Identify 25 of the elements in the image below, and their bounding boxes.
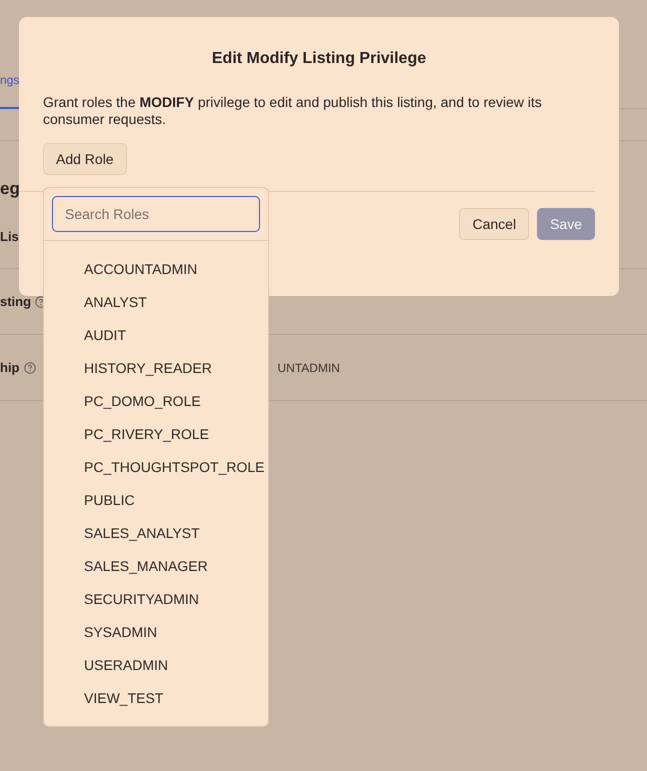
row-value: UNTADMIN bbox=[278, 360, 340, 374]
role-option[interactable]: USERADMIN bbox=[44, 653, 268, 686]
role-option[interactable]: SALES_MANAGER bbox=[44, 554, 268, 587]
add-role-button[interactable]: Add Role bbox=[43, 143, 127, 175]
role-option[interactable]: ACCOUNTADMIN bbox=[44, 257, 268, 290]
role-option[interactable]: SYSADMIN bbox=[44, 620, 268, 653]
role-option[interactable]: HISTORY_READER bbox=[44, 356, 268, 389]
dialog-title: Edit Modify Listing Privilege bbox=[210, 50, 428, 68]
search-field[interactable]: Search Roles bbox=[52, 196, 260, 232]
role-option[interactable]: AUDIT bbox=[44, 323, 268, 356]
dialog-button[interactable]: Cancel bbox=[459, 208, 530, 240]
role-option[interactable]: SALES_ANALYST bbox=[44, 521, 268, 554]
role-option[interactable]: PC_DOMO_ROLE bbox=[44, 389, 268, 422]
role-option[interactable]: ANALYST bbox=[44, 290, 268, 323]
row-label: sting bbox=[0, 294, 32, 309]
role-option[interactable]: SECURITYADMIN bbox=[44, 587, 268, 620]
page-heading: eg bbox=[0, 179, 20, 199]
row-label: Lis bbox=[0, 229, 19, 244]
row-label: hip bbox=[0, 360, 20, 375]
dialog-description: Grant roles the MODIFY privilege to edit and publish this listing, and to review its consumer requests. bbox=[43, 94, 543, 128]
role-option[interactable]: PC_RIVERY_ROLE bbox=[44, 422, 268, 455]
role-option[interactable]: PUBLIC bbox=[44, 488, 268, 521]
role-option[interactable]: VIEW_TEST bbox=[44, 686, 268, 719]
role-option[interactable]: PC_THOUGHTSPOT_ROLE bbox=[44, 455, 268, 488]
help-icon[interactable] bbox=[24, 362, 36, 374]
